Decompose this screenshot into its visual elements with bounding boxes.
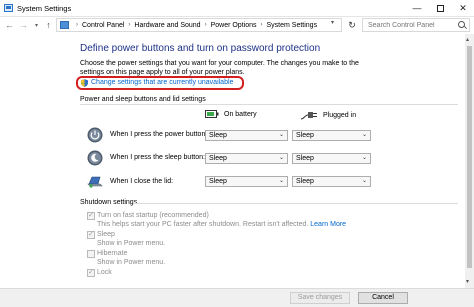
page-title: Define power buttons and turn on passwor…	[80, 43, 321, 54]
on-battery-label: On battery	[224, 110, 257, 118]
power-button-label: When I press the power button:	[110, 131, 208, 138]
battery-icon	[205, 110, 219, 118]
fast-startup-label: Turn on fast startup (recommended)	[97, 212, 209, 219]
breadcrumb-separator[interactable]: ›	[205, 22, 207, 28]
power-button-icon	[87, 127, 103, 143]
sleep-button-battery-select[interactable]: Sleep ⌄	[205, 153, 288, 164]
sleep-button-label: When I press the sleep button:	[110, 154, 205, 161]
scroll-up-icon[interactable]: ▴	[466, 36, 469, 43]
breadcrumb-control-panel[interactable]: Control Panel	[82, 22, 124, 29]
forward-button[interactable]: →	[18, 19, 29, 31]
lock-option-label: Lock	[97, 269, 112, 276]
chevron-down-icon: ⌄	[361, 132, 367, 138]
vertical-scrollbar[interactable]: ▴ ▾	[465, 34, 474, 288]
title-bar: System Settings — ✕	[0, 0, 474, 17]
power-button-battery-select[interactable]: Sleep ⌄	[205, 130, 288, 141]
learn-more-link[interactable]: Learn More	[310, 221, 346, 228]
fast-startup-desc-text: This helps start your PC faster after sh…	[97, 221, 309, 228]
refresh-button[interactable]: ↻	[346, 19, 358, 31]
select-value: Sleep	[209, 155, 227, 162]
sleep-button-icon	[87, 150, 103, 166]
search-input[interactable]	[362, 18, 470, 32]
chevron-down-icon: ⌄	[361, 178, 367, 184]
scroll-down-icon[interactable]: ▾	[466, 278, 469, 285]
scrollbar-thumb[interactable]	[467, 46, 472, 268]
recent-locations-button[interactable]: ▾	[31, 19, 42, 31]
chevron-down-icon: ⌄	[278, 132, 284, 138]
on-battery-header: On battery	[205, 110, 257, 118]
fast-startup-checkbox[interactable]	[87, 211, 95, 220]
select-value: Sleep	[296, 132, 314, 139]
maximize-button[interactable]	[429, 0, 451, 16]
plugged-in-label: Plugged in	[323, 111, 357, 119]
close-button[interactable]: ✕	[452, 0, 474, 16]
search-icon	[458, 21, 465, 28]
breadcrumb-separator[interactable]: ›	[128, 22, 130, 28]
minimize-button[interactable]: —	[406, 0, 428, 16]
change-settings-link[interactable]: Change settings that are currently unava…	[91, 79, 233, 86]
sleep-button-plugged-select[interactable]: Sleep ⌄	[292, 153, 371, 164]
maximize-icon	[436, 4, 444, 12]
chevron-down-icon: ⌄	[278, 155, 284, 161]
navigation-bar: ← → ▾ ↑ › Control Panel › Hardware and S…	[0, 17, 474, 34]
select-value: Sleep	[296, 178, 314, 185]
divider	[134, 203, 458, 204]
window-title: System Settings	[17, 4, 72, 13]
address-bar[interactable]: › Control Panel › Hardware and Sound › P…	[56, 18, 342, 32]
sleep-option-label: Sleep	[97, 231, 115, 238]
lid-close-battery-select[interactable]: Sleep ⌄	[205, 176, 288, 187]
hibernate-option-description: Show in Power menu.	[97, 259, 166, 266]
fast-startup-description: This helps start your PC faster after sh…	[97, 221, 346, 228]
lock-checkbox[interactable]	[87, 268, 95, 277]
system-settings-icon	[4, 4, 13, 12]
uac-shield-icon	[81, 79, 88, 87]
breadcrumb-power-options[interactable]: Power Options	[211, 22, 257, 29]
shutdown-section-title: Shutdown settings	[80, 199, 138, 206]
up-button[interactable]: ↑	[43, 19, 54, 31]
breadcrumb-system-settings[interactable]: System Settings	[267, 22, 318, 29]
breadcrumb-hardware-and-sound[interactable]: Hardware and Sound	[134, 22, 200, 29]
laptop-lid-icon	[87, 176, 103, 188]
sleep-checkbox[interactable]	[87, 230, 95, 239]
divider	[80, 104, 458, 105]
plug-icon	[300, 112, 317, 120]
hibernate-option-label: Hibernate	[97, 250, 128, 257]
lid-close-plugged-select[interactable]: Sleep ⌄	[292, 176, 371, 187]
breadcrumb-separator: ›	[76, 22, 78, 28]
cancel-button[interactable]: Cancel	[358, 292, 408, 304]
control-panel-icon	[60, 21, 69, 29]
save-changes-button[interactable]: Save changes	[290, 292, 350, 304]
breadcrumb-separator[interactable]: ›	[261, 22, 263, 28]
address-dropdown-icon[interactable]: ▾	[331, 19, 334, 26]
plugged-in-header: Plugged in	[300, 110, 356, 120]
footer-bar: Save changes Cancel	[0, 288, 474, 307]
power-button-plugged-select[interactable]: Sleep ⌄	[292, 130, 371, 141]
lid-close-label: When I close the lid:	[110, 178, 174, 185]
select-value: Sleep	[209, 132, 227, 139]
chevron-down-icon: ⌄	[278, 178, 284, 184]
select-value: Sleep	[296, 155, 314, 162]
chevron-down-icon: ⌄	[361, 155, 367, 161]
back-button[interactable]: ←	[4, 19, 15, 31]
page-description: Choose the power settings that you want …	[80, 60, 359, 76]
hibernate-checkbox[interactable]	[87, 250, 95, 258]
sleep-option-description: Show in Power menu.	[97, 240, 166, 247]
power-section-title: Power and sleep buttons and lid settings	[80, 96, 206, 103]
select-value: Sleep	[209, 178, 227, 185]
